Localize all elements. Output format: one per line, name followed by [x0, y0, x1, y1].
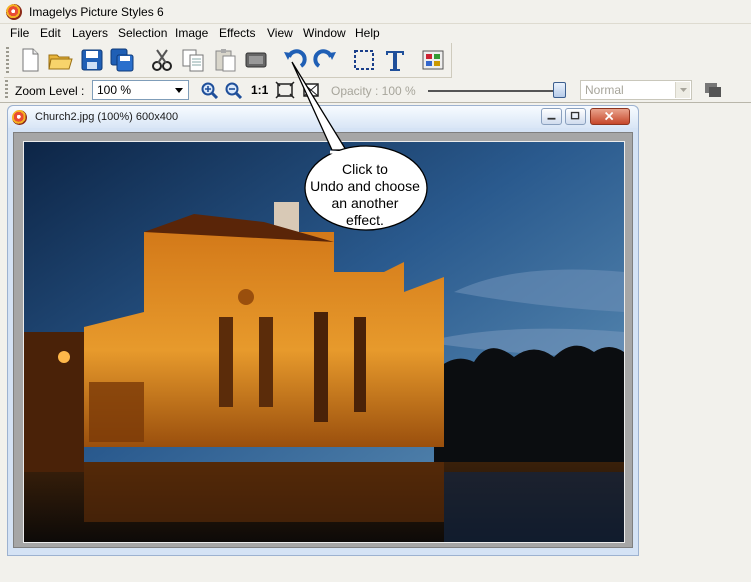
callout-line: effect. [346, 212, 384, 228]
callout-line: an another [331, 195, 399, 211]
new-document-icon[interactable] [17, 47, 43, 73]
document-title: Church2.jpg (100%) 600x400 [35, 111, 179, 123]
save-all-icon[interactable] [109, 47, 135, 73]
menu-selection[interactable]: Selection [118, 26, 167, 40]
menu-edit[interactable]: Edit [40, 26, 61, 40]
maximize-button[interactable] [565, 108, 586, 125]
zoom-in-icon[interactable] [200, 81, 220, 99]
cut-icon[interactable] [149, 47, 175, 73]
actual-size-button[interactable]: 1:1 [251, 83, 268, 97]
callout-text: Click to Undo and choose an another effe… [305, 161, 425, 229]
menu-effects[interactable]: Effects [219, 26, 255, 40]
maximize-icon [570, 111, 580, 120]
layer-properties-icon[interactable] [703, 81, 723, 99]
opacity-slider-thumb[interactable] [553, 82, 566, 98]
menu-file[interactable]: File [10, 26, 29, 40]
zoom-level-select[interactable]: 100 % [92, 80, 189, 100]
chevron-down-icon [680, 88, 687, 92]
blend-mode-value: Normal [585, 83, 624, 97]
app-title: Imagelys Picture Styles 6 [29, 5, 164, 19]
chevron-down-icon [175, 88, 183, 93]
menu-window[interactable]: Window [303, 26, 346, 40]
callout-line: Click to [342, 161, 388, 177]
copy-icon[interactable] [180, 47, 206, 73]
menu-layers[interactable]: Layers [72, 26, 108, 40]
app-logo-icon [6, 4, 22, 20]
zoombar-grip[interactable] [5, 80, 8, 100]
close-icon [604, 111, 614, 121]
menu-view[interactable]: View [267, 26, 293, 40]
zoom-level-value: 100 % [97, 83, 132, 97]
blend-mode-select[interactable]: Normal [580, 80, 692, 100]
zoom-out-icon[interactable] [224, 81, 244, 99]
save-icon[interactable] [79, 47, 105, 73]
open-folder-icon[interactable] [47, 47, 73, 73]
callout-line: Undo and choose [310, 178, 420, 194]
minimize-button[interactable] [541, 108, 562, 125]
zoom-level-label: Zoom Level : [15, 84, 85, 98]
menu-bar: File Edit Layers Selection Image Effects… [0, 24, 751, 43]
scan-icon[interactable] [243, 47, 269, 73]
menu-image[interactable]: Image [175, 26, 208, 40]
document-logo-icon [12, 110, 27, 125]
app-titlebar: Imagelys Picture Styles 6 [0, 0, 751, 24]
menu-help[interactable]: Help [355, 26, 380, 40]
minimize-icon [547, 117, 556, 120]
toolbar-grip[interactable] [6, 47, 9, 74]
opacity-slider[interactable] [428, 90, 562, 92]
paste-icon[interactable] [212, 47, 238, 73]
close-button[interactable] [590, 108, 630, 125]
